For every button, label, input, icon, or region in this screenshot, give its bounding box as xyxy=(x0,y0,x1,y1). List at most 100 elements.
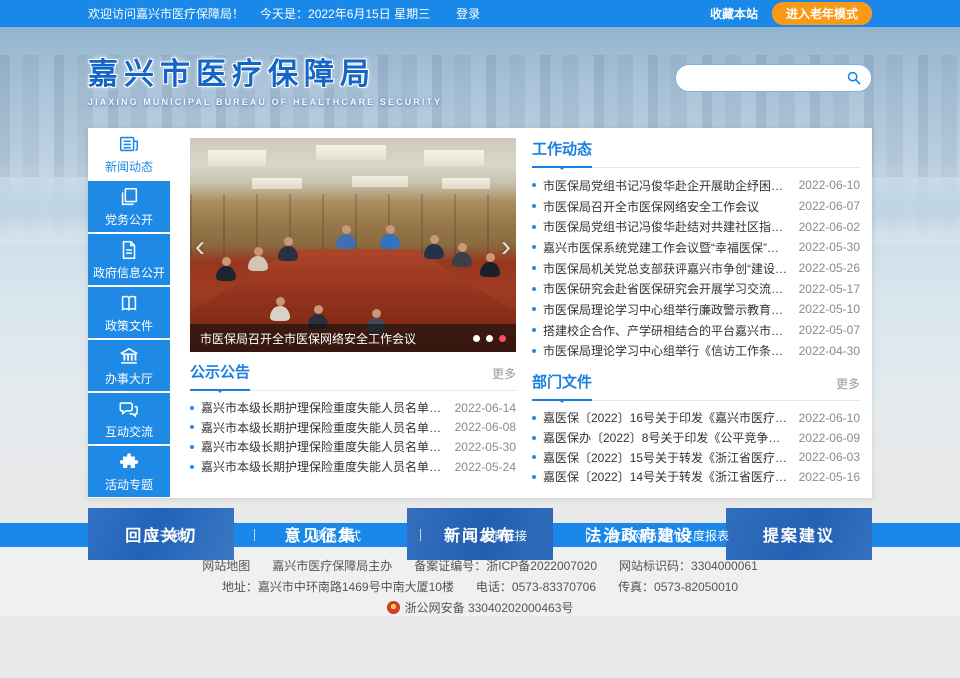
sidebar-item-news[interactable]: 新闻动态 xyxy=(88,128,170,179)
footer-nav-item[interactable]: 关于我们 xyxy=(88,527,254,544)
carousel-caption[interactable]: 市医保局召开全市医保网络安全工作会议 xyxy=(200,330,465,347)
search-input[interactable] xyxy=(688,71,846,85)
site-title: 嘉兴市医疗保障局 xyxy=(88,49,442,93)
bullet-icon xyxy=(532,455,536,459)
bullet-icon xyxy=(532,349,536,353)
carousel-next-icon[interactable] xyxy=(501,232,511,262)
work-section: 工作动态 市医保局党组书记冯俊华赴企开展助企纾困活动 2022-06-10 xyxy=(532,138,860,361)
dept-item-date: 2022-06-09 xyxy=(799,431,860,445)
work-item-title[interactable]: 市医保局召开全市医保网络安全工作会议 xyxy=(543,198,789,215)
dept-item-title[interactable]: 嘉医保〔2022〕16号关于印发《嘉兴市医疗保... xyxy=(543,409,789,426)
person-figure xyxy=(270,306,290,321)
carousel-prev-icon[interactable] xyxy=(195,232,205,262)
news-carousel[interactable]: 市医保局召开全市医保网络安全工作会议 xyxy=(190,138,516,352)
work-item-title[interactable]: 嘉兴市医保系统党建工作会议暨“幸福医保”党建联... xyxy=(543,239,789,256)
bookmark-site-link[interactable]: 收藏本站 xyxy=(710,5,758,22)
work-item-date: 2022-05-07 xyxy=(799,323,860,337)
bullet-icon xyxy=(532,225,536,229)
person-figure xyxy=(452,252,472,267)
sidebar-item-party[interactable]: 党务公开 xyxy=(88,181,170,232)
footer-nav-item[interactable]: 政府网站工作年度报表 xyxy=(586,527,752,544)
topbar: 欢迎访问嘉兴市医疗保障局！ 今天是：2022年6月15日 星期三 登录 收藏本站… xyxy=(0,0,960,27)
site-logo: 嘉兴市医疗保障局 JIAXING MUNICIPAL BUREAU OF HEA… xyxy=(88,49,442,107)
dept-item-date: 2022-06-10 xyxy=(799,411,860,425)
sidebar-item-hall[interactable]: 办事大厅 xyxy=(88,340,170,391)
dept-item-date: 2022-05-16 xyxy=(799,470,860,484)
sidebar-item-interact[interactable]: 互动交流 xyxy=(88,393,170,444)
carousel-dot[interactable] xyxy=(499,335,506,342)
dept-list: 嘉医保〔2022〕16号关于印发《嘉兴市医疗保... 2022-06-10 嘉医… xyxy=(532,408,860,486)
work-item-date: 2022-06-07 xyxy=(799,199,860,213)
dept-item[interactable]: 嘉医保〔2022〕15号关于转发《浙江省医疗保... 2022-06-03 xyxy=(532,447,860,467)
work-item-date: 2022-05-10 xyxy=(799,302,860,316)
work-item-title[interactable]: 市医保局党组书记冯俊华赴结对共建社区指导全国文... xyxy=(543,218,789,235)
work-item[interactable]: 市医保局党组书记冯俊华赴结对共建社区指导全国文... 2022-06-02 xyxy=(532,216,860,237)
work-item[interactable]: 市医保局召开全市医保网络安全工作会议 2022-06-07 xyxy=(532,196,860,217)
dept-item-title[interactable]: 嘉医保办〔2022〕8号关于印发《公平竞争审查... xyxy=(543,429,789,446)
work-item-title[interactable]: 市医保局理论学习中心组举行廉政警示教育专题学习... xyxy=(543,301,789,318)
dept-item[interactable]: 嘉医保〔2022〕16号关于印发《嘉兴市医疗保... 2022-06-10 xyxy=(532,408,860,428)
notice-item-title[interactable]: 嘉兴市本级长期护理保险重度失能人员名单公示（2... xyxy=(201,399,445,416)
notice-item-date: 2022-06-08 xyxy=(455,420,516,434)
carousel-dot[interactable] xyxy=(473,335,480,342)
footer-line2-segment: 电话：0573-83370706 xyxy=(476,580,596,594)
newspaper-icon xyxy=(118,133,140,155)
notice-item[interactable]: 嘉兴市本级长期护理保险重度失能人员名单公示（2... 2022-06-14 xyxy=(190,398,516,418)
work-item-title[interactable]: 市医保局理论学习中心组举行《信访工作条例》专题... xyxy=(543,342,789,359)
notice-item-title[interactable]: 嘉兴市本级长期护理保险重度失能人员名单公示（2... xyxy=(201,438,445,455)
dept-item-title[interactable]: 嘉医保〔2022〕14号关于转发《浙江省医疗保... xyxy=(543,468,789,485)
person-figure xyxy=(278,246,298,261)
bullet-icon xyxy=(532,204,536,208)
work-item-date: 2022-05-17 xyxy=(799,282,860,296)
work-item[interactable]: 市医保局理论学习中心组举行《信访工作条例》专题... 2022-04-30 xyxy=(532,341,860,362)
notice-item-title[interactable]: 嘉兴市本级长期护理保险重度失能人员名单公示（2... xyxy=(201,419,445,436)
work-item-title[interactable]: 市医保局机关党总支部获评嘉兴市争创“建设清廉机... xyxy=(543,260,789,277)
dept-item[interactable]: 嘉医保办〔2022〕8号关于印发《公平竞争审查... 2022-06-09 xyxy=(532,428,860,448)
notice-more-link[interactable]: 更多 xyxy=(492,365,516,390)
elder-mode-button[interactable]: 进入老年模式 xyxy=(772,2,872,25)
carousel-photo-meeting-room xyxy=(190,138,516,352)
dept-item[interactable]: 嘉医保〔2022〕14号关于转发《浙江省医疗保... 2022-05-16 xyxy=(532,467,860,487)
police-emblem-icon xyxy=(387,601,400,614)
footer-line1-segment[interactable]: 网站标识码：3304000061 xyxy=(619,559,758,573)
work-item[interactable]: 市医保局机关党总支部获评嘉兴市争创“建设清廉机... 2022-05-26 xyxy=(532,258,860,279)
footer-line1-segment[interactable]: 嘉兴市医疗保障局主办 xyxy=(272,559,392,573)
search-icon[interactable] xyxy=(846,70,862,86)
login-link[interactable]: 登录 xyxy=(456,5,480,22)
work-item[interactable]: 搭建校企合作、产学研相结合的平台嘉兴市长期护理... 2022-05-07 xyxy=(532,320,860,341)
footer-nav-item[interactable]: 友情链接 xyxy=(420,527,586,544)
bullet-icon xyxy=(190,425,194,429)
notice-item[interactable]: 嘉兴市本级长期护理保险重度失能人员名单公示（2... 2022-05-24 xyxy=(190,457,516,477)
work-item[interactable]: 嘉兴市医保系统党建工作会议暨“幸福医保”党建联... 2022-05-30 xyxy=(532,237,860,258)
sidebar-item-label: 活动专题 xyxy=(105,476,153,493)
work-item[interactable]: 市医保研究会赴省医保研究会开展学习交流活动 2022-05-17 xyxy=(532,278,860,299)
footer-nav-item[interactable]: 联系方式 xyxy=(254,527,420,544)
dept-more-link[interactable]: 更多 xyxy=(836,375,860,400)
notice-item-date: 2022-05-24 xyxy=(455,460,516,474)
work-item-title[interactable]: 市医保研究会赴省医保研究会开展学习交流活动 xyxy=(543,280,789,297)
sidebar-item-gov-info[interactable]: 政府信息公开 xyxy=(88,234,170,285)
dept-item-title[interactable]: 嘉医保〔2022〕15号关于转发《浙江省医疗保... xyxy=(543,449,789,466)
notice-item[interactable]: 嘉兴市本级长期护理保险重度失能人员名单公示（2... 2022-05-30 xyxy=(190,437,516,457)
footer-line1-segment[interactable]: 备案证编号：浙ICP备2022007020 xyxy=(414,559,597,573)
footer-line1-segment[interactable]: 网站地图 xyxy=(202,559,250,573)
work-item[interactable]: 市医保局党组书记冯俊华赴企开展助企纾困活动 2022-06-10 xyxy=(532,175,860,196)
carousel-dot[interactable] xyxy=(486,335,493,342)
person-figure xyxy=(336,234,356,249)
bullet-icon xyxy=(532,475,536,479)
bullet-icon xyxy=(532,416,536,420)
work-item-date: 2022-06-02 xyxy=(799,220,860,234)
sidebar-item-policy[interactable]: 政策文件 xyxy=(88,287,170,338)
notice-item[interactable]: 嘉兴市本级长期护理保险重度失能人员名单公示（2... 2022-06-08 xyxy=(190,418,516,438)
bullet-icon xyxy=(532,328,536,332)
search-box[interactable] xyxy=(675,64,872,92)
sidebar-item-activity[interactable]: 活动专题 xyxy=(88,446,170,497)
main-content-card: 新闻动态 党务公开 政府信息公开 政策文件 xyxy=(88,128,872,498)
work-item-title[interactable]: 市医保局党组书记冯俊华赴企开展助企纾困活动 xyxy=(543,177,789,194)
bullet-icon xyxy=(190,406,194,410)
work-item-title[interactable]: 搭建校企合作、产学研相结合的平台嘉兴市长期护理... xyxy=(543,322,789,339)
notice-item-title[interactable]: 嘉兴市本级长期护理保险重度失能人员名单公示（2... xyxy=(201,458,445,475)
work-item[interactable]: 市医保局理论学习中心组举行廉政警示教育专题学习... 2022-05-10 xyxy=(532,299,860,320)
puzzle-icon xyxy=(118,451,140,473)
security-record-link[interactable]: 浙公网安备 33040202000463号 xyxy=(405,601,574,615)
